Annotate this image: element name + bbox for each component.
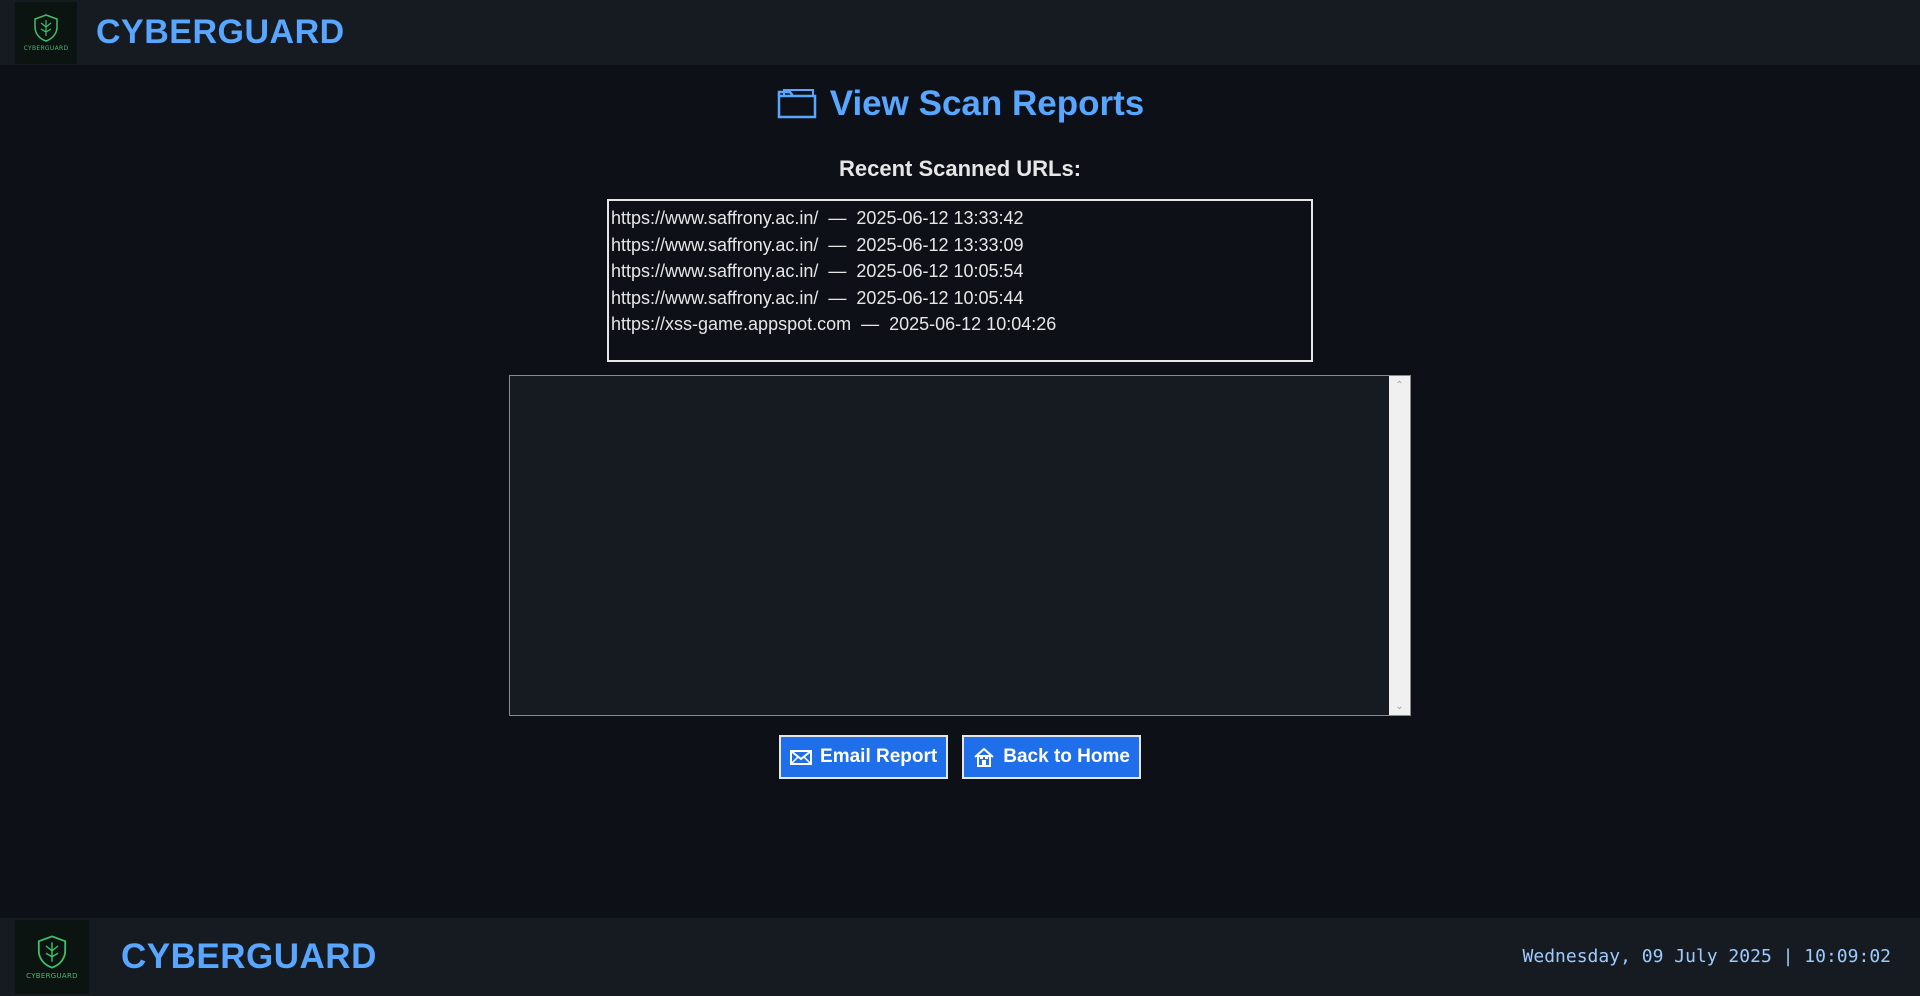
- report-scrollbar[interactable]: ⌃ ⌄: [1389, 376, 1410, 715]
- footer-datetime: Wednesday, 09 July 2025 | 10:09:02: [1522, 946, 1891, 967]
- scan-list-item[interactable]: https://www.saffrony.ac.in/ — 2025-06-12 1…: [611, 205, 1309, 232]
- scan-list-item[interactable]: https://xss-game.appspot.com — 2025-06-12 …: [611, 311, 1309, 338]
- scan-url: https://www.saffrony.ac.in/: [611, 208, 819, 228]
- scan-list-item[interactable]: https://www.saffrony.ac.in/ — 2025-06-12 1…: [611, 258, 1309, 285]
- scroll-down-icon[interactable]: ⌄: [1389, 697, 1410, 715]
- scan-url: https://www.saffrony.ac.in/: [611, 234, 819, 255]
- email-icon: [790, 750, 813, 765]
- action-buttons: Email Report Back to Home: [0, 735, 1920, 779]
- scan-url: https://www.saffrony.ac.in/: [611, 287, 819, 308]
- back-to-home-label: Back to Home: [1003, 746, 1130, 767]
- scan-timestamp: 2025-06-12 10:05:44: [856, 287, 1024, 308]
- scan-separator: —: [828, 287, 847, 308]
- scan-url: https://www.saffrony.ac.in/: [611, 261, 819, 281]
- page-title: View Scan Reports: [0, 84, 1920, 124]
- scroll-up-icon[interactable]: ⌃: [1389, 376, 1410, 394]
- scan-list-item[interactable]: https://www.saffrony.ac.in/ — 2025-06-12 1…: [611, 232, 1309, 259]
- email-report-button[interactable]: Email Report: [779, 735, 949, 779]
- scan-timestamp: 2025-06-12 13:33:09: [856, 234, 1024, 255]
- home-icon: [974, 747, 994, 767]
- header-brand: CYBERGUARD: [96, 13, 345, 51]
- scan-timestamp: 2025-06-12 10:05:54: [856, 261, 1024, 281]
- scan-separator: —: [828, 261, 847, 281]
- footer-logo-text: CYBERGUARD: [26, 972, 78, 980]
- page-title-text: View Scan Reports: [829, 84, 1145, 123]
- footer: CYBERGUARD CYBERGUARD Wednesday, 09 July…: [0, 918, 1920, 996]
- top-header: CYBERGUARD CYBERGUARD: [0, 0, 1920, 65]
- shield-logo-icon: [34, 14, 58, 42]
- recent-urls-heading: Recent Scanned URLs:: [838, 156, 1082, 181]
- scan-list-item[interactable]: https://www.saffrony.ac.in/ — 2025-06-12 1…: [611, 285, 1309, 312]
- scan-separator: —: [828, 208, 847, 228]
- back-to-home-button[interactable]: Back to Home: [962, 735, 1141, 779]
- scan-url: https://xss-game.appspot.com: [611, 314, 852, 334]
- header-logo-text: CYBERGUARD: [23, 45, 69, 52]
- recent-urls-listbox[interactable]: https://www.saffrony.ac.in/ — 2025-06-12 1…: [607, 199, 1313, 362]
- report-textarea[interactable]: ⌃ ⌄: [509, 375, 1411, 716]
- footer-brand: CYBERGUARD: [121, 937, 377, 976]
- footer-logo[interactable]: CYBERGUARD: [15, 920, 89, 994]
- scan-separator: —: [828, 234, 847, 255]
- scan-timestamp: 2025-06-12 13:33:42: [856, 208, 1024, 228]
- scan-separator: —: [861, 314, 880, 334]
- email-report-label: Email Report: [820, 746, 938, 767]
- shield-logo-icon: [37, 935, 67, 969]
- folder-icon: [777, 89, 816, 119]
- header-logo[interactable]: CYBERGUARD: [15, 1, 77, 64]
- scan-timestamp: 2025-06-12 10:04:26: [889, 314, 1057, 334]
